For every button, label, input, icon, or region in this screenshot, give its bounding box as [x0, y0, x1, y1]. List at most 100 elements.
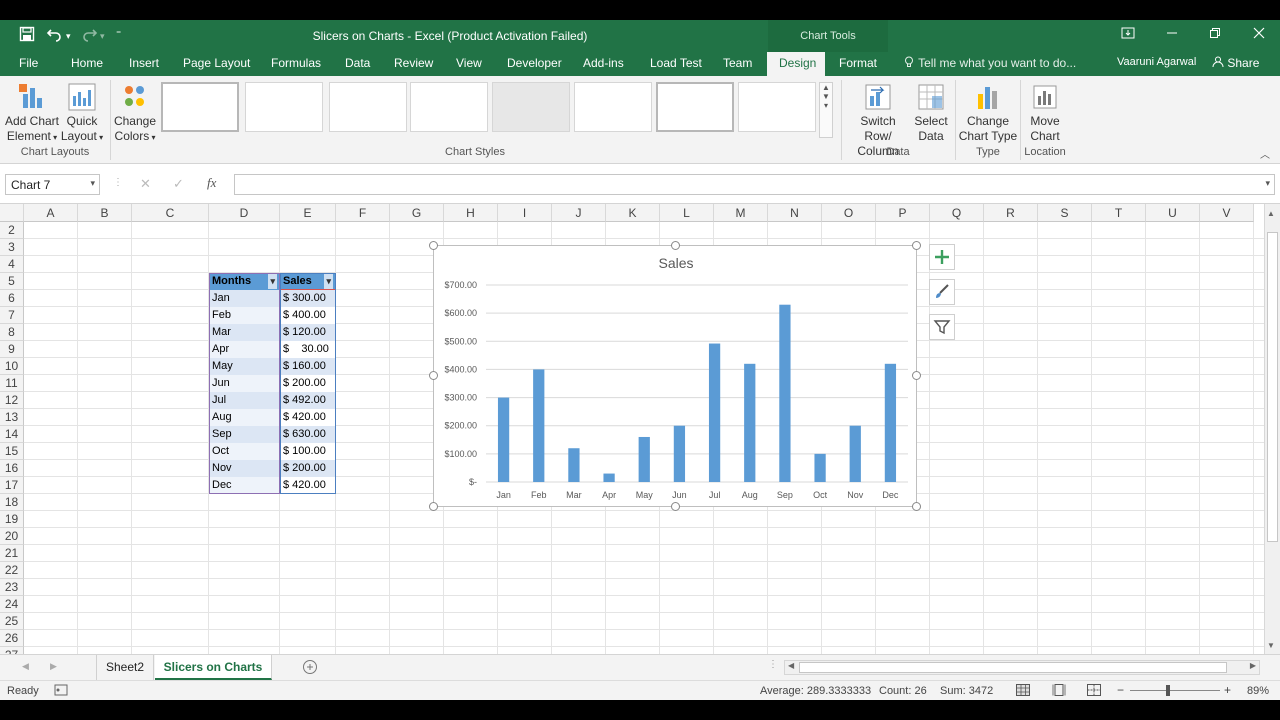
chart-style-4[interactable]: [410, 82, 488, 132]
select-all-corner[interactable]: [0, 204, 24, 222]
column-header-f[interactable]: F: [336, 204, 390, 222]
tab-format[interactable]: Format: [839, 56, 877, 70]
resize-handle-top[interactable]: [671, 241, 680, 250]
zoom-level[interactable]: 89%: [1247, 685, 1269, 697]
tab-view[interactable]: View: [456, 56, 482, 70]
row-header-26[interactable]: 26: [0, 630, 24, 647]
row-header-19[interactable]: 19: [0, 511, 24, 528]
column-header-l[interactable]: L: [660, 204, 714, 222]
quick-layout-button[interactable]: Quick Layout ▾: [60, 82, 104, 145]
row-header-24[interactable]: 24: [0, 596, 24, 613]
column-header-d[interactable]: D: [209, 204, 280, 222]
chart-elements-button[interactable]: [929, 244, 955, 270]
column-header-c[interactable]: C: [132, 204, 209, 222]
normal-view-icon[interactable]: [1016, 684, 1030, 699]
scroll-down-icon[interactable]: ▼: [1267, 641, 1275, 650]
resize-handle-left[interactable]: [429, 371, 438, 380]
change-colors-button[interactable]: Change Colors ▾: [113, 82, 157, 145]
resize-handle-bottom-left[interactable]: [429, 502, 438, 511]
row-header-18[interactable]: 18: [0, 494, 24, 511]
resize-handle-bottom-right[interactable]: [912, 502, 921, 511]
expand-formula-icon[interactable]: ▾: [1265, 178, 1270, 189]
row-header-15[interactable]: 15: [0, 443, 24, 460]
row-header-22[interactable]: 22: [0, 562, 24, 579]
row-header-9[interactable]: 9: [0, 341, 24, 358]
column-header-o[interactable]: O: [822, 204, 876, 222]
tab-design[interactable]: Design: [767, 52, 825, 76]
row-header-8[interactable]: 8: [0, 324, 24, 341]
resize-handle-bottom[interactable]: [671, 502, 680, 511]
new-sheet-button[interactable]: [302, 659, 318, 678]
column-header-r[interactable]: R: [984, 204, 1038, 222]
scroll-left-icon[interactable]: ◀: [788, 661, 794, 670]
column-header-e[interactable]: E: [280, 204, 336, 222]
minimize-icon[interactable]: [1162, 26, 1182, 42]
row-header-25[interactable]: 25: [0, 613, 24, 630]
chart-styles-gallery-scroll[interactable]: ▲ ▼ ▾: [819, 82, 833, 138]
chart-style-8[interactable]: [738, 82, 816, 132]
chart-style-3[interactable]: [329, 82, 407, 132]
chart-filters-button[interactable]: [929, 314, 955, 340]
chart-style-5[interactable]: [492, 82, 570, 132]
row-header-2[interactable]: 2: [0, 222, 24, 239]
close-icon[interactable]: [1249, 26, 1269, 42]
collapse-ribbon-icon[interactable]: ︿: [1260, 146, 1270, 161]
scroll-up-icon[interactable]: ▲: [1267, 209, 1275, 218]
confirm-entry-icon[interactable]: ✓: [173, 176, 184, 192]
column-header-t[interactable]: T: [1092, 204, 1146, 222]
tab-add-ins[interactable]: Add-ins: [583, 56, 624, 70]
column-header-i[interactable]: I: [498, 204, 552, 222]
column-header-b[interactable]: B: [78, 204, 132, 222]
tab-data[interactable]: Data: [345, 56, 370, 70]
chart-style-2[interactable]: [245, 82, 323, 132]
cancel-entry-icon[interactable]: ✕: [140, 176, 151, 192]
zoom-slider-thumb[interactable]: [1166, 685, 1170, 696]
page-layout-view-icon[interactable]: [1052, 684, 1066, 699]
column-header-q[interactable]: Q: [930, 204, 984, 222]
tab-home[interactable]: Home: [71, 56, 103, 70]
sheet-tab-sheet2[interactable]: Sheet2: [96, 655, 154, 680]
add-chart-element-button[interactable]: Add Chart Element ▾: [4, 82, 60, 145]
column-header-k[interactable]: K: [606, 204, 660, 222]
row-header-12[interactable]: 12: [0, 392, 24, 409]
tab-insert[interactable]: Insert: [129, 56, 159, 70]
user-name[interactable]: Vaaruni Agarwal: [1117, 56, 1196, 68]
column-header-u[interactable]: U: [1146, 204, 1200, 222]
tab-load-test[interactable]: Load Test: [650, 56, 702, 70]
move-chart-button[interactable]: Move Chart: [1023, 82, 1067, 144]
tab-page-layout[interactable]: Page Layout: [183, 56, 250, 70]
row-header-7[interactable]: 7: [0, 307, 24, 324]
vertical-scroll-thumb[interactable]: [1267, 232, 1278, 542]
insert-function-icon[interactable]: fx: [207, 175, 216, 191]
chart-style-1[interactable]: [161, 82, 239, 132]
tab-review[interactable]: Review: [394, 56, 433, 70]
zoom-in-icon[interactable]: +: [1224, 683, 1231, 697]
row-header-10[interactable]: 10: [0, 358, 24, 375]
name-box[interactable]: Chart 7 ▾: [5, 174, 100, 195]
chart-style-6[interactable]: [574, 82, 652, 132]
column-header-v[interactable]: V: [1200, 204, 1254, 222]
column-header-a[interactable]: A: [24, 204, 78, 222]
row-header-21[interactable]: 21: [0, 545, 24, 562]
row-header-5[interactable]: 5: [0, 273, 24, 290]
tab-formulas[interactable]: Formulas: [271, 56, 321, 70]
row-header-27[interactable]: 27: [0, 647, 24, 654]
resize-handle-right[interactable]: [912, 371, 921, 380]
next-sheet-icon[interactable]: ▶: [50, 661, 57, 672]
zoom-out-icon[interactable]: −: [1117, 683, 1124, 697]
scroll-right-icon[interactable]: ▶: [1250, 661, 1256, 670]
row-header-13[interactable]: 13: [0, 409, 24, 426]
tell-me-search[interactable]: Tell me what you want to do...: [903, 56, 1076, 70]
row-header-4[interactable]: 4: [0, 256, 24, 273]
tab-developer[interactable]: Developer: [507, 56, 562, 70]
row-header-6[interactable]: 6: [0, 290, 24, 307]
row-header-3[interactable]: 3: [0, 239, 24, 256]
page-break-view-icon[interactable]: [1087, 684, 1101, 699]
prev-sheet-icon[interactable]: ◀: [22, 661, 29, 672]
vertical-scrollbar[interactable]: ▲ ▼: [1264, 204, 1280, 654]
sheet-tab-slicers-on-charts[interactable]: Slicers on Charts: [155, 655, 272, 680]
row-header-17[interactable]: 17: [0, 477, 24, 494]
horizontal-scrollbar[interactable]: ◀ ▶: [784, 660, 1260, 675]
tab-team[interactable]: Team: [723, 56, 752, 70]
column-header-n[interactable]: N: [768, 204, 822, 222]
